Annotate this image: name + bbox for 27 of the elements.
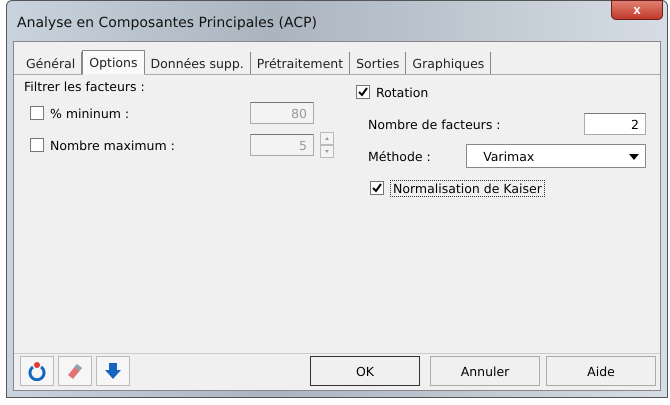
method-dropdown[interactable]: Varimax <box>466 144 646 168</box>
spinner-icon[interactable] <box>320 132 334 158</box>
refresh-icon <box>27 361 47 381</box>
dialog-button[interactable]: OK <box>310 356 420 386</box>
reset-button[interactable] <box>20 356 54 386</box>
tab[interactable]: Options <box>82 50 144 75</box>
eraser-button[interactable] <box>58 356 92 386</box>
section-label: Filtrer les facteurs : <box>24 79 146 94</box>
dialog-button[interactable]: Annuler <box>430 356 540 386</box>
option-label: Rotation <box>376 84 428 100</box>
checkbox[interactable] <box>30 138 44 152</box>
eraser-icon <box>65 361 85 381</box>
window-title: Analyse en Composantes Principales (ACP) <box>17 15 318 31</box>
option-label: Normalisation de Kaiser <box>390 180 545 196</box>
dialog-button[interactable]: Aide <box>546 356 656 386</box>
option-label: Nombre de facteurs : <box>368 116 501 132</box>
option-label: Nombre maximum : <box>50 138 175 152</box>
close-button[interactable]: x <box>611 0 663 20</box>
caret-icon <box>629 154 639 160</box>
option-label: % mininum : <box>50 106 130 120</box>
option-label: Méthode : <box>368 148 432 164</box>
number-field[interactable]: 2 <box>584 113 646 135</box>
down-arrow-icon <box>103 361 123 381</box>
checkbox[interactable] <box>356 85 370 99</box>
checkbox[interactable] <box>30 106 44 120</box>
checkbox[interactable] <box>370 181 384 195</box>
down-arrow-button[interactable] <box>96 356 130 386</box>
